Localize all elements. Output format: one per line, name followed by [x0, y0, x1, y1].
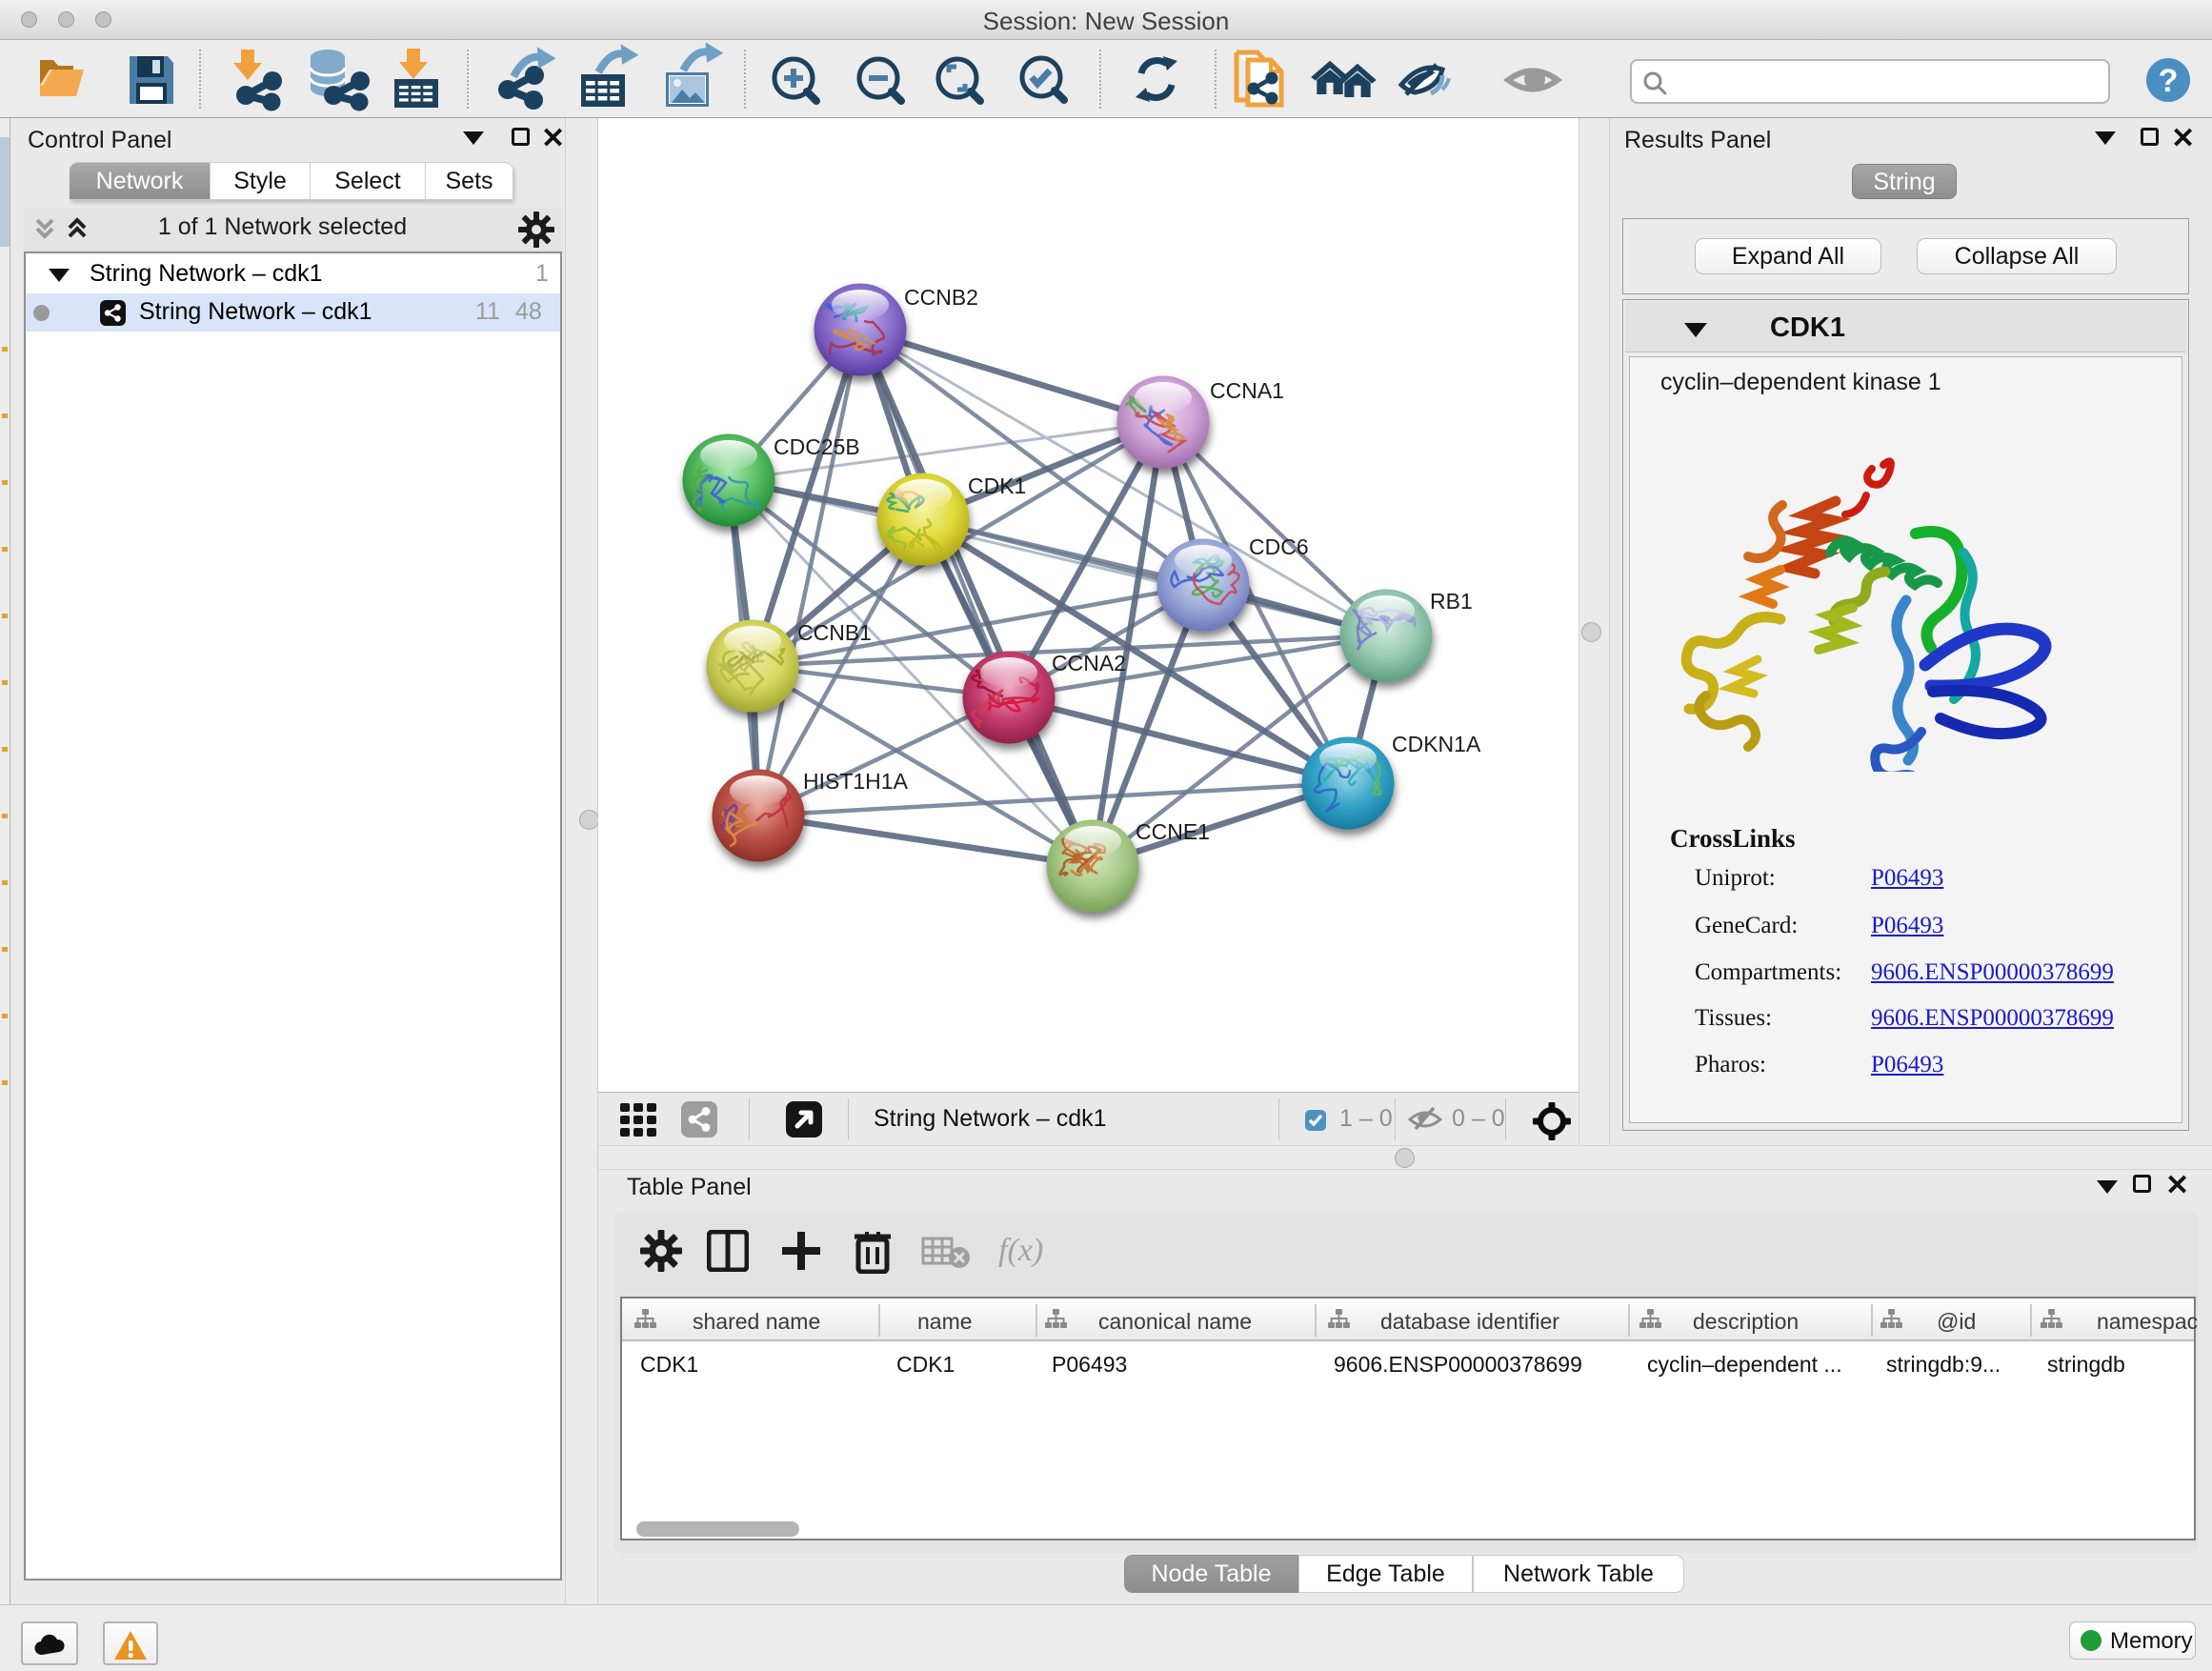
svg-text:CDKN1A: CDKN1A [1392, 732, 1481, 756]
svg-text:HIST1H1A: HIST1H1A [803, 769, 909, 794]
svg-text:CDC25B: CDC25B [774, 434, 860, 459]
svg-text:CCNB2: CCNB2 [904, 285, 978, 310]
svg-text:?: ? [2159, 63, 2179, 99]
svg-text:CCNA2: CCNA2 [1052, 651, 1126, 675]
svg-text:CDK1: CDK1 [968, 473, 1026, 498]
svg-text:RB1: RB1 [1430, 589, 1473, 614]
svg-text:CDC6: CDC6 [1249, 534, 1309, 559]
svg-text:CCNA1: CCNA1 [1210, 378, 1284, 403]
svg-text:CCNB1: CCNB1 [797, 620, 872, 645]
svg-text:CCNE1: CCNE1 [1136, 819, 1210, 844]
